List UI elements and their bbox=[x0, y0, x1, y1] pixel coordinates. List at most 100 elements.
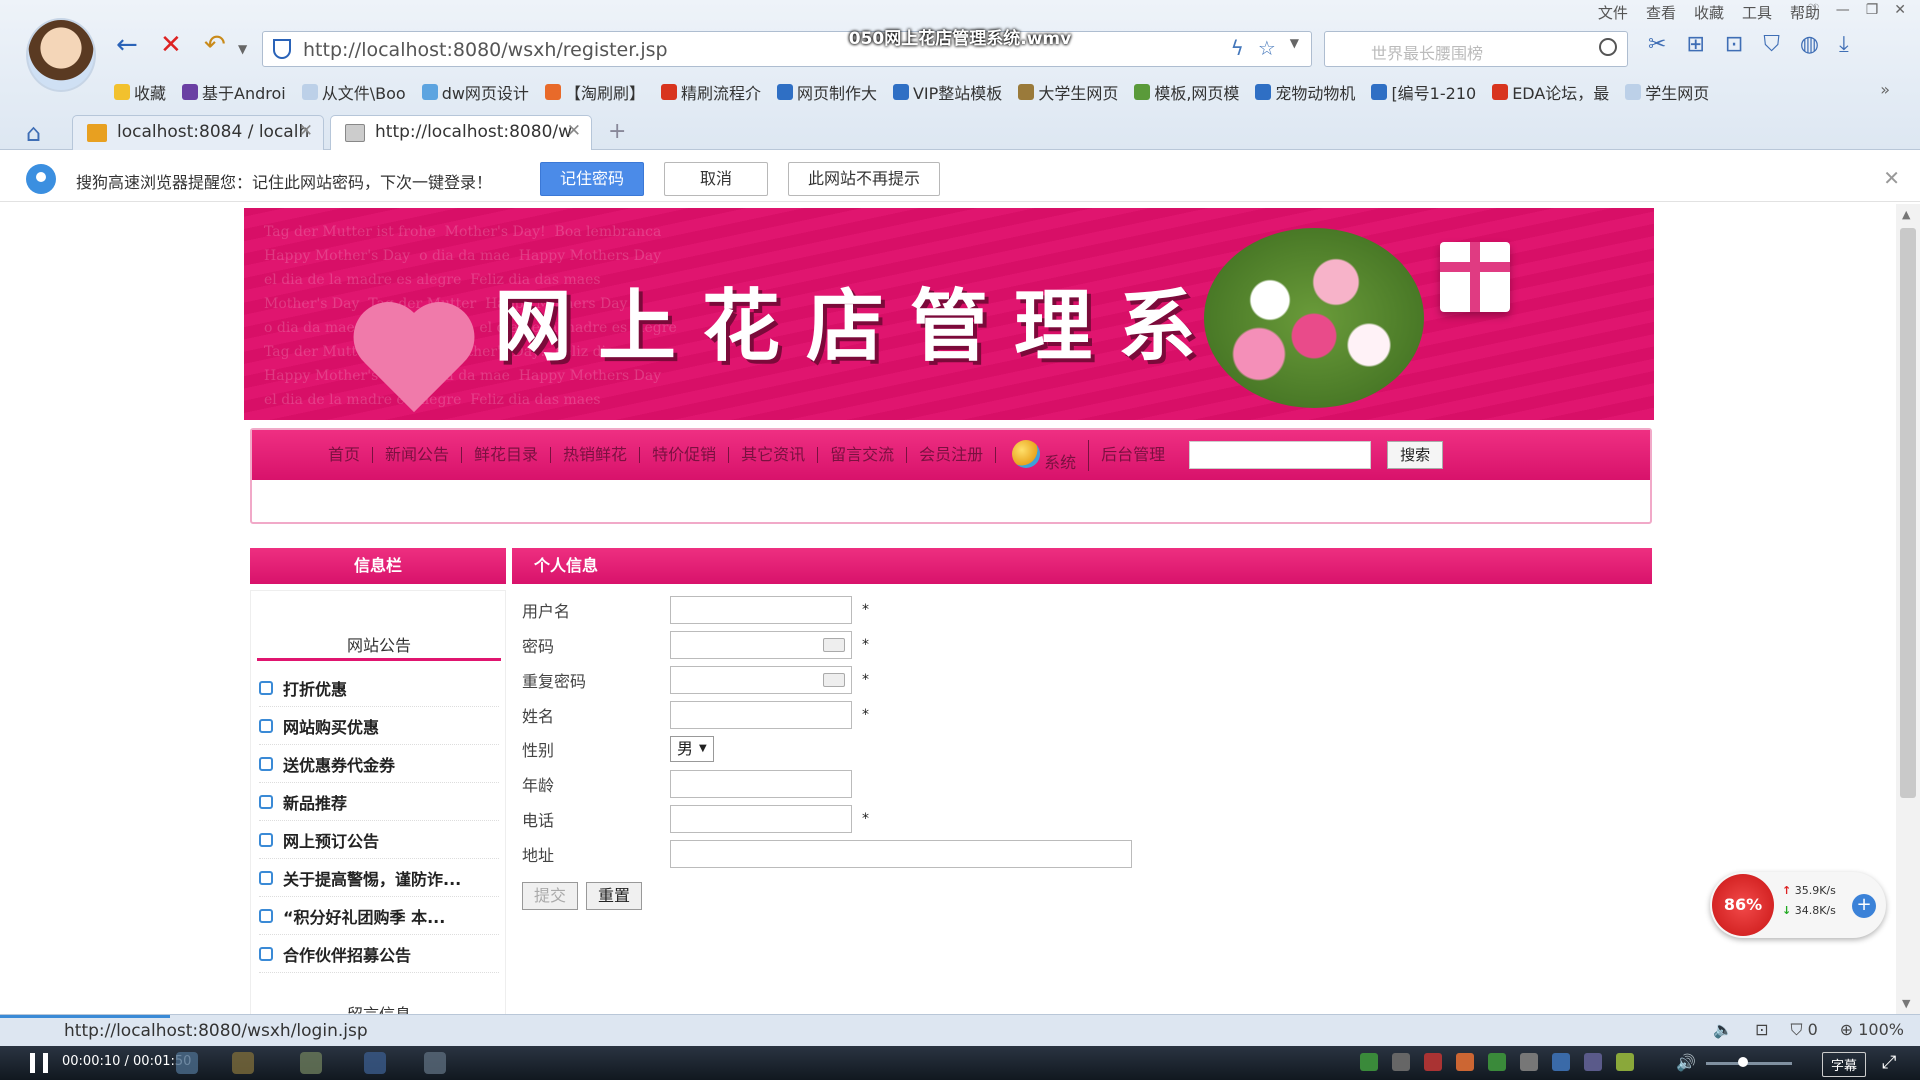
menu-favorites[interactable]: 收藏 bbox=[1694, 2, 1724, 23]
video-progress[interactable] bbox=[0, 1015, 170, 1018]
scroll-up-icon[interactable]: ▲ bbox=[1902, 208, 1910, 221]
tray-icon[interactable] bbox=[1616, 1053, 1634, 1071]
bookmark-item[interactable]: 学生网页 bbox=[1625, 80, 1709, 104]
tray-icon[interactable] bbox=[1392, 1053, 1410, 1071]
site-search-input[interactable] bbox=[1189, 441, 1372, 469]
restore-icon[interactable]: ❐ bbox=[1866, 2, 1879, 18]
keyboard-icon[interactable] bbox=[823, 638, 845, 652]
fullscreen-icon[interactable]: ⤢ bbox=[1882, 1052, 1896, 1073]
tray-icon[interactable] bbox=[1488, 1053, 1506, 1071]
nav-info[interactable]: 其它资讯 bbox=[729, 447, 819, 463]
name-field[interactable] bbox=[670, 701, 852, 729]
bookmark-item[interactable]: 宠物动物机 bbox=[1255, 80, 1355, 104]
pause-icon[interactable] bbox=[30, 1053, 48, 1073]
zoom-level[interactable]: ⊕ 100% bbox=[1840, 1020, 1904, 1040]
nav-register[interactable]: 会员注册 bbox=[907, 447, 997, 463]
taskbar-app-icon[interactable] bbox=[364, 1052, 386, 1074]
menu-view[interactable]: 查看 bbox=[1646, 2, 1676, 23]
volume-slider[interactable] bbox=[1706, 1062, 1792, 1065]
nav-sale[interactable]: 特价促销 bbox=[640, 447, 730, 463]
close-tab-icon[interactable]: ✕ bbox=[567, 121, 581, 141]
lock-icon[interactable]: ⊡ bbox=[1755, 1020, 1768, 1040]
volume-icon[interactable]: 🔊 bbox=[1676, 1053, 1696, 1072]
taskbar-app-icon[interactable] bbox=[176, 1052, 198, 1074]
remember-password-button[interactable]: 记住密码 bbox=[540, 162, 644, 196]
nav-admin[interactable]: 后台管理 bbox=[1089, 447, 1177, 463]
taskbar-app-icon[interactable] bbox=[300, 1052, 322, 1074]
list-item[interactable]: 网上预订公告 bbox=[259, 821, 499, 859]
nav-home[interactable]: 首页 bbox=[316, 447, 374, 463]
nav-guestbook[interactable]: 留言交流 bbox=[818, 447, 908, 463]
scroll-down-icon[interactable]: ▼ bbox=[1902, 997, 1910, 1010]
bookmark-item[interactable]: [编号1-210 bbox=[1371, 80, 1476, 104]
confirm-password-field[interactable] bbox=[670, 666, 852, 694]
tray-icon[interactable] bbox=[1552, 1053, 1570, 1071]
password-field[interactable] bbox=[670, 631, 852, 659]
home-icon[interactable]: ⌂ bbox=[26, 119, 41, 147]
age-field[interactable] bbox=[670, 770, 852, 798]
close-tab-icon[interactable]: ✕ bbox=[299, 121, 313, 141]
menu-tools[interactable]: 工具 bbox=[1742, 2, 1772, 23]
menu-file[interactable]: 文件 bbox=[1598, 2, 1628, 23]
never-remind-button[interactable]: 此网站不再提示 bbox=[788, 162, 940, 196]
bookmarks-more-icon[interactable]: » bbox=[1880, 80, 1890, 99]
phone-field[interactable] bbox=[670, 805, 852, 833]
tray-icon[interactable] bbox=[1456, 1053, 1474, 1071]
nav-news[interactable]: 新闻公告 bbox=[373, 447, 463, 463]
list-item[interactable]: “积分好礼团购季 本... bbox=[259, 897, 499, 935]
tab-register-page[interactable]: http://localhost:8080/w ✕ bbox=[330, 115, 592, 150]
taskbar-app-icon[interactable] bbox=[424, 1052, 446, 1074]
volume-knob[interactable] bbox=[1738, 1057, 1748, 1067]
list-item[interactable]: 打折优惠 bbox=[259, 669, 499, 707]
reset-button[interactable]: 重置 bbox=[586, 882, 642, 910]
bookmark-item[interactable]: 大学生网页 bbox=[1018, 80, 1118, 104]
list-item[interactable]: 送优惠券代金券 bbox=[259, 745, 499, 783]
site-search-button[interactable]: 搜索 bbox=[1387, 441, 1444, 469]
address-field[interactable] bbox=[670, 840, 1132, 868]
nav-hot[interactable]: 热销鲜花 bbox=[551, 447, 641, 463]
bookmark-item[interactable]: 【淘刷刷】 bbox=[544, 80, 645, 104]
tray-icon[interactable] bbox=[1360, 1053, 1378, 1071]
nav-system[interactable]: 系统 bbox=[996, 439, 1090, 471]
close-window-icon[interactable]: ✕ bbox=[1894, 2, 1906, 18]
bookmark-item[interactable]: VIP整站模板 bbox=[892, 80, 1002, 104]
tray-icon[interactable] bbox=[1584, 1053, 1602, 1071]
submit-button[interactable]: 提交 bbox=[522, 882, 578, 910]
taskbar-app-icon[interactable] bbox=[232, 1052, 254, 1074]
network-speed-widget[interactable]: 86% ↑ 35.9K/s ↓ 34.8K/s + bbox=[1710, 872, 1886, 938]
nav-catalog[interactable]: 鲜花目录 bbox=[462, 447, 552, 463]
cursor-globe-icon bbox=[1012, 439, 1041, 468]
blocked-count[interactable]: ⛉ 0 bbox=[1790, 1020, 1817, 1040]
bookmark-item[interactable]: 模板,网页模 bbox=[1134, 80, 1239, 104]
accelerate-icon[interactable]: + bbox=[1852, 894, 1876, 918]
username-field[interactable] bbox=[670, 596, 852, 624]
bookmark-item[interactable]: 网页制作大 bbox=[776, 80, 877, 104]
tab-localhost-8084[interactable]: localhost:8084 / localh ✕ bbox=[72, 115, 324, 150]
minimize-icon[interactable]: — bbox=[1836, 2, 1850, 18]
window-controls: ♡ — ❐ ✕ bbox=[1807, 2, 1906, 18]
list-item[interactable]: 新品推荐 bbox=[259, 783, 499, 821]
site-title: 网上花店管理系统 bbox=[494, 281, 1327, 372]
scroll-thumb[interactable] bbox=[1900, 228, 1916, 798]
list-item[interactable]: 网站购买优惠 bbox=[259, 707, 499, 745]
bookmark-item[interactable]: 基于Androi bbox=[182, 80, 286, 104]
bookmark-item[interactable]: EDA论坛，最 bbox=[1492, 80, 1609, 104]
bookmark-item[interactable]: dw网页设计 bbox=[421, 80, 529, 104]
gender-select[interactable]: 男 ▼ bbox=[670, 736, 714, 762]
speaker-icon[interactable]: 🔈 bbox=[1713, 1020, 1733, 1040]
list-item[interactable]: 关于提高警惕，谨防诈... bbox=[259, 859, 499, 897]
tray-icon[interactable] bbox=[1424, 1053, 1442, 1071]
chevron-down-icon: ▼ bbox=[699, 743, 707, 754]
skin-icon[interactable]: ♡ bbox=[1807, 2, 1820, 18]
tray-icon[interactable] bbox=[1520, 1053, 1538, 1071]
new-tab-icon[interactable]: + bbox=[608, 119, 626, 144]
page-scrollbar[interactable]: ▲ ▼ bbox=[1896, 204, 1920, 1014]
bookmark-item[interactable]: 收藏 bbox=[114, 80, 166, 104]
cancel-button[interactable]: 取消 bbox=[664, 162, 768, 196]
bookmark-item[interactable]: 精刷流程介 bbox=[660, 80, 761, 104]
list-item[interactable]: 合作伙伴招募公告 bbox=[259, 935, 499, 973]
bookmark-item[interactable]: 从文件\Boo bbox=[301, 80, 406, 104]
keyboard-icon[interactable] bbox=[823, 673, 845, 687]
subtitles-button[interactable]: 字幕 bbox=[1822, 1052, 1867, 1077]
close-notice-icon[interactable]: ✕ bbox=[1883, 166, 1900, 190]
